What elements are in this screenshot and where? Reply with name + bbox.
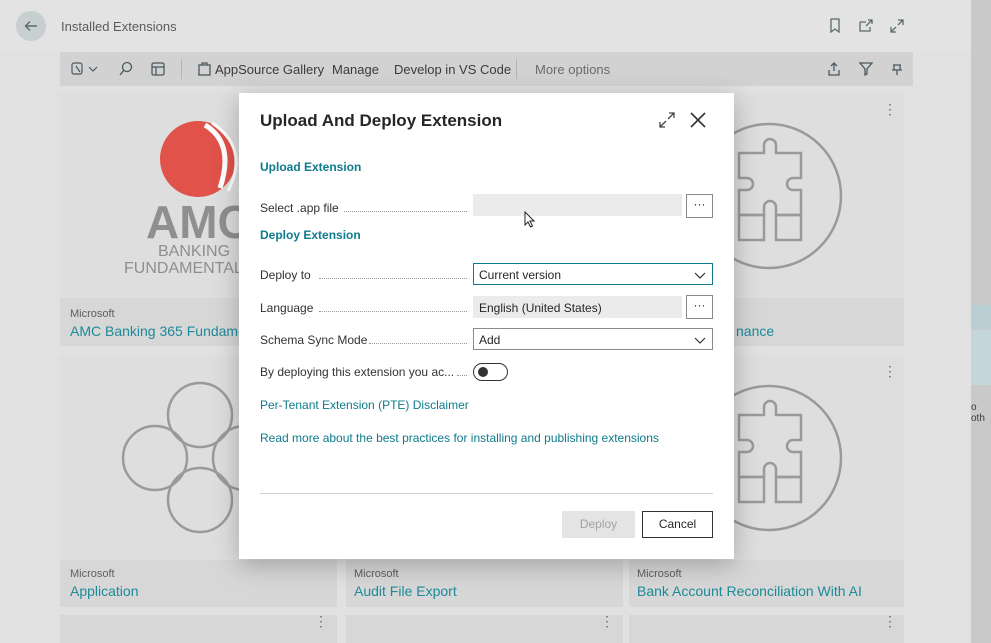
appsource-gallery-button[interactable]: AppSource Gallery: [215, 62, 324, 77]
card-more-options[interactable]: ⋮: [600, 613, 614, 630]
upload-deploy-dialog: Upload And Deploy Extension Upload Exten…: [239, 93, 734, 559]
card-publisher: Microsoft: [70, 308, 115, 320]
back-arrow-icon: [24, 21, 37, 31]
schema-sync-value: Add: [479, 333, 501, 347]
mouse-cursor-icon: [524, 211, 536, 228]
more-options-button[interactable]: More options: [535, 62, 610, 77]
edge-text: o oth: [971, 402, 985, 424]
chevron-down-icon: [694, 272, 706, 279]
language-field[interactable]: English (United States): [473, 296, 682, 318]
deploy-to-select[interactable]: Current version: [473, 263, 713, 285]
card-name[interactable]: Bank Account Reconciliation With AI: [637, 583, 862, 599]
best-practices-link[interactable]: Read more about the best practices for i…: [260, 431, 659, 445]
expand-icon[interactable]: [889, 18, 905, 34]
action-bar: AppSource Gallery Manage Develop in VS C…: [60, 52, 913, 86]
develop-in-vscode-button[interactable]: Develop in VS Code: [394, 62, 511, 77]
label-leader: [344, 211, 467, 212]
toggle-knob: [478, 367, 488, 377]
pin-icon[interactable]: [889, 61, 905, 77]
card-name[interactable]: Audit File Export: [354, 583, 457, 599]
filter-icon[interactable]: [858, 61, 874, 77]
card-more-options[interactable]: ⋮: [314, 613, 328, 630]
expand-icon[interactable]: [656, 109, 678, 131]
label-leader: [319, 311, 467, 312]
card-more-options[interactable]: ⋮: [883, 363, 897, 380]
label-leader: [369, 343, 467, 344]
language-lookup-button[interactable]: ···: [686, 295, 713, 319]
upload-section-heading: Upload Extension: [260, 160, 362, 174]
consent-label: By deploying this extension you ac...: [260, 365, 455, 379]
pte-disclaimer-link[interactable]: Per-Tenant Extension (PTE) Disclaimer: [260, 398, 469, 412]
schema-sync-select[interactable]: Add: [473, 328, 713, 350]
cancel-button[interactable]: Cancel: [642, 511, 713, 538]
logo-fundamentals-text: FUNDAMENTALS: [124, 260, 254, 277]
page-header: Installed Extensions: [0, 0, 971, 52]
select-app-label: Select .app file: [260, 201, 339, 215]
back-button[interactable]: [16, 11, 46, 41]
chevron-down-icon: [694, 337, 706, 344]
consent-toggle[interactable]: [473, 363, 508, 381]
extension-card[interactable]: ⋮: [346, 613, 623, 643]
logo-amc-text: AMC: [146, 196, 251, 248]
share-icon[interactable]: [826, 61, 842, 77]
card-publisher: Microsoft: [70, 568, 115, 580]
bookmark-icon[interactable]: [829, 18, 841, 34]
deploy-button[interactable]: Deploy: [562, 511, 635, 538]
card-name[interactable]: nance: [736, 323, 774, 339]
schema-sync-label: Schema Sync Mode: [260, 333, 368, 347]
toolbar-divider: [181, 59, 182, 79]
deploy-to-label: Deploy to: [260, 268, 311, 282]
close-icon[interactable]: [687, 109, 709, 131]
edge-panel-2: [971, 330, 991, 385]
card-publisher: Microsoft: [637, 568, 682, 580]
deploy-to-value: Current version: [479, 268, 562, 282]
deploy-section-heading: Deploy Extension: [260, 228, 361, 242]
edit-list-icon[interactable]: [150, 61, 166, 77]
manage-button[interactable]: Manage: [332, 62, 379, 77]
toolbar-divider: [516, 59, 517, 79]
label-leader: [319, 278, 467, 279]
select-app-field[interactable]: [473, 194, 682, 216]
edge-panel: [971, 305, 991, 329]
page-title: Installed Extensions: [61, 19, 177, 34]
card-more-options[interactable]: ⋮: [883, 101, 897, 118]
right-edge-strip: o oth: [971, 0, 991, 643]
select-app-browse-button[interactable]: ···: [686, 194, 713, 218]
extension-card[interactable]: ⋮: [629, 613, 904, 643]
appsource-icon: [198, 62, 211, 76]
language-label: Language: [260, 301, 314, 315]
extension-card[interactable]: ⋮: [60, 613, 337, 643]
label-leader: [457, 375, 467, 376]
card-publisher: Microsoft: [354, 568, 399, 580]
logo-banking-text: BANKING: [158, 243, 230, 260]
open-new-window-icon[interactable]: [858, 18, 874, 34]
card-name[interactable]: Application: [70, 583, 139, 599]
dialog-title: Upload And Deploy Extension: [260, 111, 503, 130]
dialog-divider: [260, 493, 713, 494]
views-icon[interactable]: [71, 61, 99, 77]
search-icon[interactable]: [118, 61, 134, 77]
card-more-options[interactable]: ⋮: [883, 613, 897, 630]
